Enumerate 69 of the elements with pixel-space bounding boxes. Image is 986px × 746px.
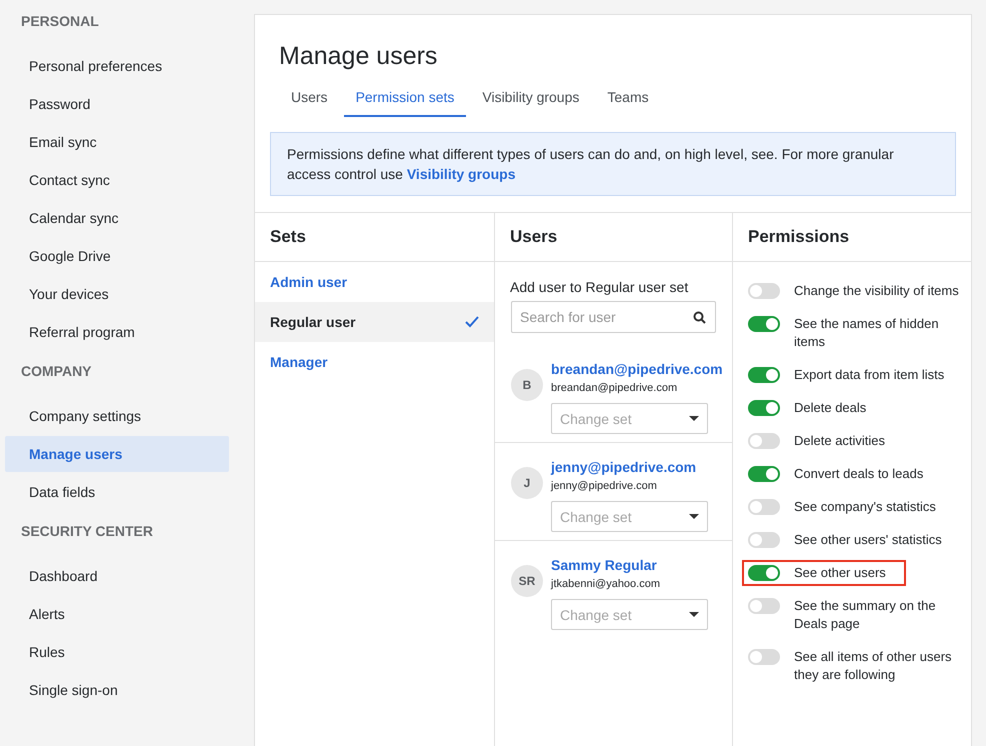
sidebar-item[interactable]: Dashboard	[5, 558, 229, 594]
permission-label: See all items of other users they are following	[794, 648, 953, 684]
sidebar-item[interactable]: Manage users	[5, 436, 229, 472]
visibility-groups-link[interactable]: Visibility groups	[406, 166, 516, 182]
sidebar-item[interactable]: Data fields	[5, 474, 229, 510]
user-avatar: SR	[511, 565, 543, 597]
sidebar-item[interactable]: Rules	[5, 634, 229, 670]
toggle-switch[interactable]	[748, 499, 780, 515]
tab[interactable]: Users	[279, 81, 340, 117]
info-notice: Permissions define what different types of users can do and, on high level, see. For more granular access control use Visibility groups	[270, 132, 956, 196]
sidebar-item[interactable]: Contact sync	[5, 162, 229, 198]
caret-icon	[689, 612, 699, 617]
sidebar-item[interactable]: Calendar sync	[5, 200, 229, 236]
caret-icon	[689, 416, 699, 421]
sidebar-item[interactable]: Referral program	[5, 314, 229, 350]
sidebar-item[interactable]: Your devices	[5, 276, 229, 312]
section-title: PERSONAL	[20, 12, 100, 30]
user-email: jtkabenni@yahoo.com	[551, 577, 662, 592]
permission-label: See company's statistics	[794, 498, 936, 516]
sidebar-item[interactable]: Google Drive	[5, 238, 229, 274]
permission-label: See other users' statistics	[794, 531, 942, 549]
toggle-switch[interactable]	[748, 367, 780, 383]
toggle-switch[interactable]	[748, 466, 780, 482]
permission-label: See the names of hidden items	[794, 315, 940, 351]
toggle-switch[interactable]	[748, 565, 780, 581]
sidebar-item[interactable]: Password	[5, 86, 229, 122]
toggle-switch[interactable]	[748, 598, 780, 614]
column-heading: Permissions	[733, 213, 971, 262]
tab[interactable]: Permission sets	[344, 81, 466, 117]
sidebar-item[interactable]: Company settings	[5, 398, 229, 434]
set-item[interactable]: Regular user	[255, 302, 494, 342]
permission-label: Export data from item lists	[794, 366, 944, 384]
section-title: COMPANY	[20, 362, 93, 380]
add-user-label: Add user to Regular user set	[509, 279, 690, 295]
toggle-switch[interactable]	[748, 316, 780, 332]
toggle-switch[interactable]	[748, 649, 780, 665]
permission-label: See the summary on the Deals page	[794, 597, 937, 633]
tab[interactable]: Teams	[595, 81, 661, 117]
section-title: SECURITY CENTER	[20, 522, 154, 540]
sidebar-item[interactable]: Personal preferences	[5, 48, 229, 84]
user-name-link[interactable]: Sammy Regular	[551, 555, 708, 575]
user-avatar: J	[511, 467, 543, 499]
user-name-link[interactable]: breandan@pipedrive.com	[551, 359, 723, 379]
user-email: breandan@pipedrive.com	[551, 381, 678, 396]
caret-icon	[689, 514, 699, 519]
sidebar-item[interactable]: Alerts	[5, 596, 229, 632]
column-heading: Sets	[255, 213, 494, 262]
search-field[interactable]: Search for user	[511, 301, 716, 333]
permission-label: Convert deals to leads	[794, 465, 924, 483]
permission-label: Delete deals	[794, 399, 866, 417]
toggle-switch[interactable]	[748, 433, 780, 449]
set-item[interactable]: Manager	[255, 342, 494, 382]
set-item[interactable]: Admin user	[255, 262, 494, 302]
toggle-switch[interactable]	[748, 283, 780, 299]
user-avatar: B	[511, 369, 543, 401]
user-name-link[interactable]: jenny@pipedrive.com	[551, 457, 708, 477]
page-title: Manage users	[279, 41, 438, 71]
permission-label: Delete activities	[794, 432, 886, 450]
permission-label: Change the visibility of items	[794, 282, 959, 300]
column-heading: Users	[495, 213, 732, 262]
check-icon	[465, 316, 479, 328]
sidebar-item[interactable]: Email sync	[5, 124, 229, 160]
toggle-switch[interactable]	[748, 400, 780, 416]
sidebar-item[interactable]: Single sign-on	[5, 672, 229, 708]
tab[interactable]: Visibility groups	[470, 81, 592, 117]
toggle-switch[interactable]	[748, 532, 780, 548]
search-icon	[693, 311, 706, 324]
permission-label: See other users	[794, 564, 886, 582]
user-email: jenny@pipedrive.com	[551, 479, 658, 494]
